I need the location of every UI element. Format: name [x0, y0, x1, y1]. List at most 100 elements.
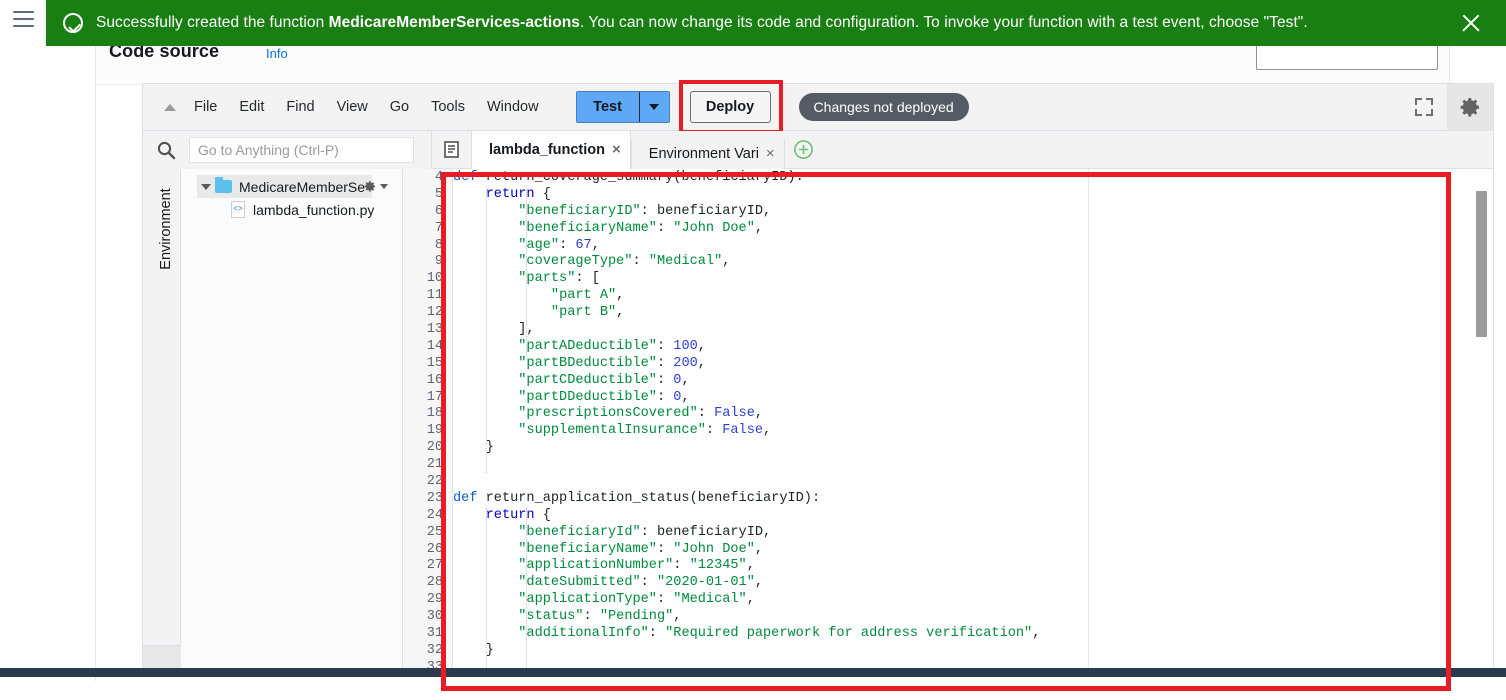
- line-number: 28: [426, 575, 443, 591]
- line-number: 4: [434, 170, 443, 185]
- code-line: }: [453, 440, 494, 456]
- line-number: 20: [426, 440, 443, 456]
- code-line: ],: [453, 322, 535, 338]
- line-number: 25: [426, 524, 443, 540]
- line-number: 30: [426, 609, 443, 625]
- tree-file-row[interactable]: <> lambda_function.py: [181, 198, 402, 221]
- tree-gear-icon[interactable]: [362, 179, 388, 194]
- banner-function-name: MedicareMemberServices-actions: [328, 14, 580, 31]
- code-line: def return_application_status(beneficiar…: [453, 490, 821, 506]
- code-line: return {: [485, 507, 551, 523]
- line-number: 21: [426, 457, 443, 473]
- code-line: "dateSubmitted": "2020-01-01",: [518, 575, 764, 591]
- tab-lambda-function[interactable]: lambda_function ×: [471, 130, 631, 169]
- code-line: "partBDeductible": 200,: [518, 355, 706, 371]
- code-line: "parts": [: [518, 271, 600, 287]
- test-dropdown-caret-down-icon[interactable]: [638, 92, 669, 122]
- line-number: 7: [434, 220, 443, 236]
- left-rail: [0, 0, 46, 700]
- fullscreen-icon[interactable]: [1401, 84, 1447, 131]
- code-line: "partADeductible": 100,: [518, 338, 706, 354]
- menu-edit[interactable]: Edit: [228, 95, 275, 119]
- print-margin-guide: [1088, 169, 1089, 673]
- tab-close-icon[interactable]: ×: [766, 146, 775, 161]
- indent-guide: [526, 508, 527, 673]
- editor-vertical-scrollbar[interactable]: [1476, 191, 1487, 337]
- editor-toolbar: File Edit Find View Go Tools Window Test…: [143, 80, 1493, 134]
- caret-up-icon[interactable]: [157, 103, 183, 111]
- line-number: 24: [426, 507, 443, 523]
- code-editor[interactable]: 4 5 6 7 8 9 10 11 12 13 14 15 16 17 18 19 20 21 22 23 24 25 26…: [403, 169, 1493, 673]
- menu-file[interactable]: File: [183, 95, 228, 119]
- code-line: def return_coverage_summary(beneficiaryI…: [453, 170, 804, 185]
- menu-find[interactable]: Find: [275, 95, 325, 119]
- code-content[interactable]: def return_coverage_summary(beneficiaryI…: [453, 169, 1493, 673]
- line-number: 15: [426, 355, 443, 371]
- menu-window[interactable]: Window: [476, 95, 550, 119]
- menu-go[interactable]: Go: [379, 95, 420, 119]
- file-tree: MedicareMemberSe <> lambda_function.py: [181, 169, 403, 673]
- code-line: "beneficiaryId": beneficiaryID,: [518, 524, 772, 540]
- code-line: "supplementalInsurance": False,: [518, 423, 772, 439]
- deploy-button[interactable]: Deploy: [689, 91, 771, 123]
- indent-guide: [486, 508, 487, 673]
- test-button[interactable]: Test: [576, 92, 639, 122]
- code-file-icon: <>: [231, 201, 245, 218]
- tree-folder-row[interactable]: MedicareMemberSe: [197, 175, 388, 198]
- caret-down-icon[interactable]: [201, 183, 211, 190]
- line-number: 22: [426, 474, 443, 490]
- menu-view[interactable]: View: [326, 95, 379, 119]
- indent-guide: [526, 186, 527, 355]
- line-number: 11: [426, 288, 443, 304]
- code-line: "age": 67,: [518, 237, 600, 253]
- check-circle-icon: [63, 13, 83, 33]
- tab-label: lambda_function: [489, 141, 606, 158]
- search-zone: [143, 130, 432, 169]
- toolbar-right-icons: [1401, 83, 1493, 131]
- hamburger-menu-icon[interactable]: [13, 11, 34, 27]
- line-number: 29: [426, 592, 443, 608]
- line-number: 26: [426, 541, 443, 557]
- close-icon[interactable]: [1458, 10, 1484, 36]
- code-line: "part B",: [550, 305, 625, 321]
- tab-close-icon[interactable]: ×: [612, 142, 621, 157]
- search-icon[interactable]: [143, 140, 189, 160]
- editor-tabs: lambda_function × Environment Vari ×: [432, 130, 1493, 169]
- line-number: 27: [426, 558, 443, 574]
- code-line: "applicationType": "Medical",: [518, 592, 755, 608]
- line-number: 19: [426, 423, 443, 439]
- info-link[interactable]: Info: [266, 46, 288, 61]
- line-number: 17: [426, 389, 443, 405]
- tabs-list-icon[interactable]: [432, 131, 471, 169]
- tree-file-label: lambda_function.py: [253, 201, 375, 218]
- environment-side-tab[interactable]: Environment: [143, 169, 181, 673]
- gear-icon[interactable]: [1447, 83, 1493, 131]
- line-number: 10: [426, 271, 443, 287]
- line-number: 5: [434, 186, 443, 202]
- environment-side-label: Environment: [158, 188, 174, 270]
- status-badge: Changes not deployed: [798, 93, 969, 121]
- code-line: }: [453, 642, 494, 658]
- line-number: 6: [434, 203, 443, 219]
- success-banner-text: Successfully created the function Medica…: [96, 13, 1308, 33]
- tab-environment-variables[interactable]: Environment Vari ×: [630, 138, 785, 169]
- search-input[interactable]: [189, 136, 414, 163]
- banner-text-after: . You can now change its code and config…: [579, 14, 1308, 31]
- line-number: 8: [434, 237, 443, 253]
- bottom-bar: [0, 668, 1506, 677]
- menu-tools[interactable]: Tools: [420, 95, 476, 119]
- code-line: "beneficiaryID": beneficiaryID,: [518, 203, 772, 219]
- tree-folder-label: MedicareMemberSe: [239, 178, 366, 195]
- indent-guide: [486, 186, 487, 473]
- line-number: 18: [426, 406, 443, 422]
- code-line: "beneficiaryName": "John Doe",: [518, 541, 764, 557]
- tab-label: Environment Vari: [648, 145, 759, 162]
- code-line: "beneficiaryName": "John Doe",: [518, 220, 764, 236]
- line-number: 12: [426, 305, 443, 321]
- line-number-gutter: 4 5 6 7 8 9 10 11 12 13 14 15 16 17 18 19 20 21 22 23 24 25 26…: [403, 169, 453, 673]
- code-line: "part A",: [550, 288, 625, 304]
- code-line: "applicationNumber": "12345",: [518, 558, 755, 574]
- plus-circle-icon[interactable]: [785, 131, 823, 169]
